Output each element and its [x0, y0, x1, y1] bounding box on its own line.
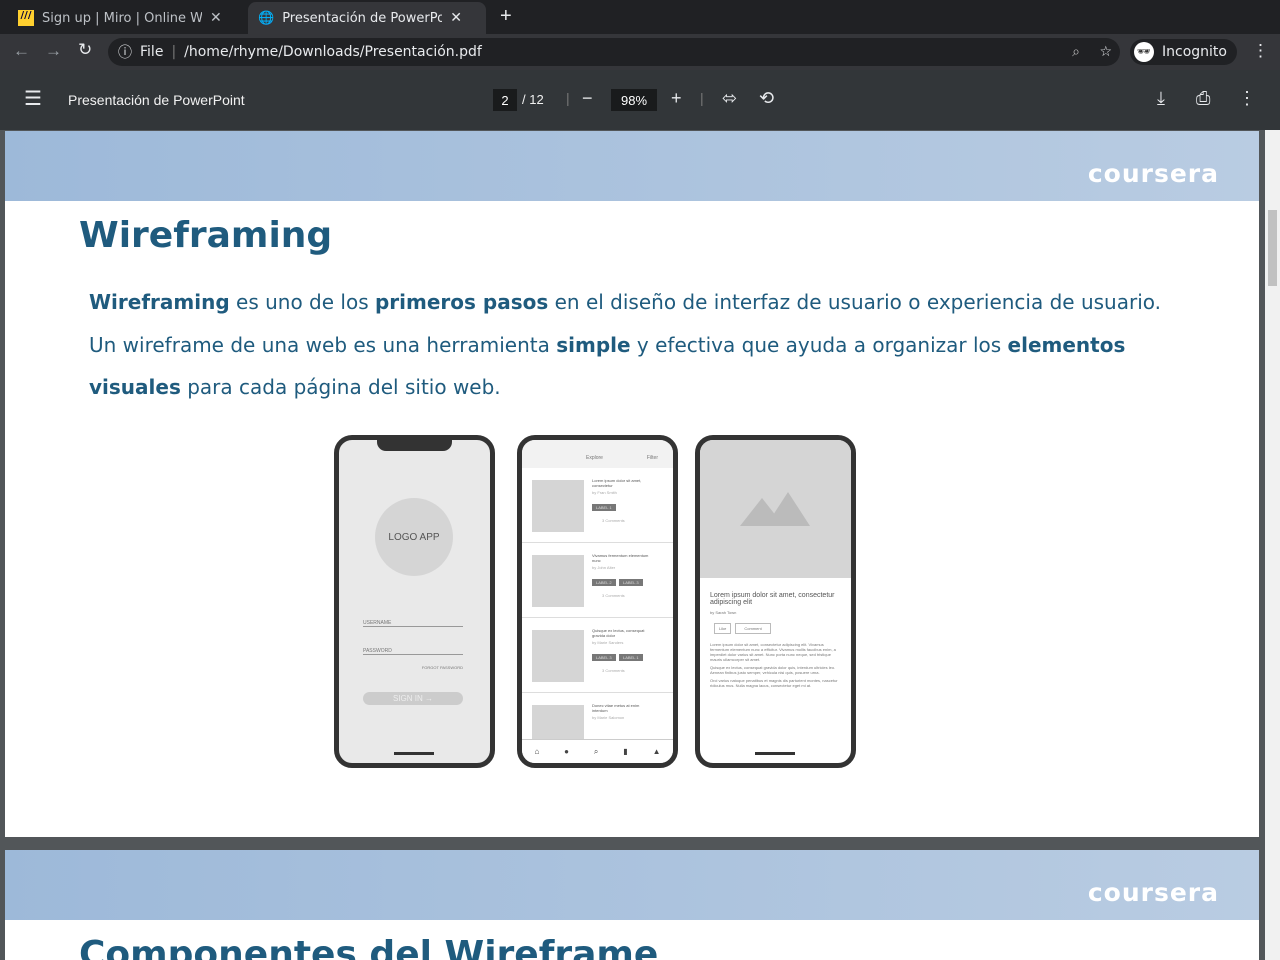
slide-header-band: coursera [5, 131, 1259, 201]
more-icon[interactable]: ⋮ [1238, 88, 1256, 109]
username-field: USERNAME [363, 620, 463, 627]
miro-icon: /// [18, 10, 34, 26]
print-icon[interactable]: ⎙ [1196, 88, 1210, 109]
feed-item: Quisque ex lectus, consequat gravida dol… [522, 618, 673, 693]
forward-icon[interactable]: → [45, 41, 62, 61]
home-icon: ⌂ [534, 747, 540, 756]
info-icon[interactable]: ⓘ [118, 42, 132, 62]
signin-button: SIGN IN → [363, 692, 463, 705]
slide-title: Componentes del Wireframe [79, 934, 659, 960]
forgot-password: FORGOT PASSWORD [421, 665, 463, 670]
zoom-icon[interactable]: ⌕ [1072, 44, 1080, 60]
scrollbar[interactable] [1265, 130, 1280, 960]
incognito-label: Incognito [1162, 44, 1227, 60]
zoom-out-icon[interactable]: − [582, 88, 593, 109]
tab-pdf[interactable]: 🌐 Presentación de PowerPoint ✕ [248, 2, 486, 34]
zoom-input[interactable]: 98% [611, 89, 657, 111]
incognito-button[interactable]: 🕶 Incognito [1130, 39, 1237, 65]
scrollbar-thumb[interactable] [1268, 210, 1277, 286]
image-placeholder [700, 440, 851, 578]
new-tab-icon[interactable]: + [500, 5, 512, 28]
menu-icon[interactable]: ⋮ [1252, 41, 1269, 61]
search-icon: ⌕ [593, 746, 599, 756]
page-total: / 12 [522, 92, 544, 107]
coursera-logo: coursera [1087, 159, 1219, 188]
compass-icon: ● [564, 747, 570, 756]
tab-title: Sign up | Miro | Online Whit [42, 10, 202, 26]
close-tab-icon[interactable]: ✕ [210, 10, 222, 26]
download-icon[interactable]: ⤓ [1157, 88, 1165, 109]
tab-miro[interactable]: /// Sign up | Miro | Online Whit ✕ [8, 2, 232, 34]
tab-bar: /// Sign up | Miro | Online Whit ✕ 🌐 Presen… [0, 0, 1280, 34]
logo-placeholder: LOGO APP [375, 498, 453, 576]
slide-title: Wireframing [79, 215, 333, 256]
globe-icon: 🌐 [258, 10, 275, 26]
feed-wireframe: Explore Filter Lorem ipsum dolor sit amet… [517, 435, 678, 768]
incognito-icon: 🕶 [1134, 42, 1154, 62]
rotate-icon[interactable]: ⟲ [759, 88, 774, 109]
coursera-logo: coursera [1087, 878, 1219, 907]
slide-paragraph: Wireframing es uno de los primeros pasos… [89, 290, 1161, 399]
url-text: /home/rhyme/Downloads/Presentación.pdf [184, 44, 482, 60]
tab-title: Presentación de PowerPoint [282, 10, 443, 26]
password-field: PASSWORD [363, 648, 463, 655]
document-title: Presentación de PowerPoint [68, 92, 245, 108]
chat-icon: ▮ [623, 747, 628, 756]
hamburger-icon[interactable]: ☰ [24, 86, 42, 111]
back-icon[interactable]: ← [13, 41, 30, 61]
scheme-label: File [140, 44, 164, 60]
address-bar: ← → ↻ ⓘ File | /home/rhyme/Downloads/Pre… [0, 34, 1280, 70]
bottom-nav: ⌂ ● ⌕ ▮ ▲ [522, 739, 673, 763]
article-title: Lorem ipsum dolor sit amet, consectetur … [710, 592, 835, 606]
pdf-page-3: coursera Componentes del Wireframe [5, 850, 1259, 960]
detail-wireframe: Lorem ipsum dolor sit amet, consectetur … [695, 435, 856, 768]
page-number-input[interactable]: 2 [493, 89, 517, 111]
login-wireframe: LOGO APP USERNAME PASSWORD FORGOT PASSWO… [334, 435, 495, 768]
close-tab-icon[interactable]: ✕ [450, 10, 462, 26]
star-icon[interactable]: ☆ [1099, 44, 1112, 60]
feed-item: Vivamus fermentum elementum nunc by John … [522, 543, 673, 618]
pdf-toolbar: ☰ Presentación de PowerPoint 2 / 12 | − … [0, 70, 1280, 130]
url-input[interactable]: ⓘ File | /home/rhyme/Downloads/Presentac… [108, 38, 1120, 66]
bell-icon: ▲ [652, 747, 661, 756]
fit-page-icon[interactable]: ⬄ [722, 88, 737, 109]
zoom-in-icon[interactable]: + [671, 88, 682, 109]
reload-icon[interactable]: ↻ [78, 40, 92, 60]
feed-item: Lorem ipsum dolor sit amet, consectetur b… [522, 468, 673, 543]
